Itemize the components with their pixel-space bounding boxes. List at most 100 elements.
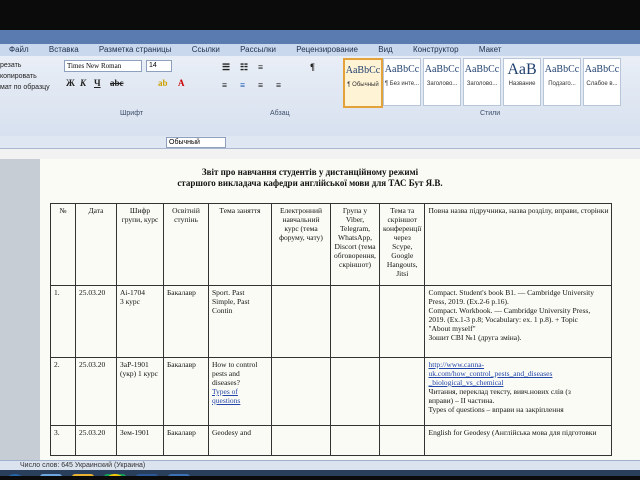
style-sample: AaBbCc (464, 64, 500, 75)
format-painter-button[interactable]: мат по образцу (0, 82, 50, 93)
tab-layout[interactable]: Макет (470, 44, 511, 56)
cut-button[interactable]: резать (0, 60, 50, 71)
textbook-link[interactable]: _biological_vs_chemical (428, 378, 608, 387)
topic-line: Types of (212, 387, 238, 396)
title-bar (0, 30, 640, 44)
start-icon[interactable] (4, 474, 26, 476)
cell-topic: Sport. Past Simple, Past Contin (208, 285, 272, 358)
style-normal[interactable]: AaBbCc ¶ Обычный (343, 58, 383, 108)
cell-skype (378, 357, 426, 426)
style-name: ¶ Без инте... (384, 81, 420, 87)
style-name: Заголово... (466, 81, 498, 87)
textbook-line: Зошит СВІ №1 (друга зміна). (428, 333, 522, 342)
style-sample: AaBbCc (345, 65, 381, 76)
cell-level: Бакалавр (163, 285, 209, 358)
quick-style-select[interactable]: Обычный (166, 137, 226, 148)
document-page[interactable]: Звіт про навчання студентів у дистанційн… (40, 159, 640, 460)
strikethrough-button[interactable]: abc (110, 78, 124, 88)
copy-button[interactable]: копировать (0, 71, 50, 82)
tab-insert[interactable]: Вставка (40, 44, 88, 56)
tab-design[interactable]: Конструктор (404, 44, 468, 56)
tab-review[interactable]: Рецензирование (287, 44, 367, 56)
report-heading: Звіт про навчання студентів у дистанційн… (40, 167, 580, 189)
explorer-icon[interactable] (40, 474, 62, 476)
report-title-line-2: старшого викладача кафедри англійської м… (177, 178, 443, 188)
cell-group: Зем-1901 (116, 425, 164, 456)
textbook-line: Types of questions – вправи на закріплен… (428, 405, 564, 414)
topic-line: pests and (212, 369, 240, 378)
report-table: № Дата Шифр групи, курс Освітній ступінь… (50, 203, 613, 456)
header-num: № (50, 203, 76, 286)
font-size-select[interactable]: 14 (146, 60, 172, 72)
underline-button[interactable]: Ч (94, 78, 101, 88)
paragraph-group-label: Абзац (270, 110, 290, 117)
table-header-row: № Дата Шифр групи, курс Освітній ступінь… (50, 203, 613, 286)
font-group-label: Шрифт (120, 110, 144, 117)
align-right-icon[interactable]: ≡ (258, 80, 263, 90)
taskbar (0, 470, 640, 476)
textbook-link[interactable]: uk.com/how_control_pests_and_diseases (428, 369, 608, 378)
multilevel-list-icon[interactable]: ≡ (258, 62, 263, 72)
cell-textbook: English for Geodesy (Англійська мова для… (424, 425, 613, 456)
word-document-icon[interactable] (168, 474, 190, 476)
tab-file[interactable]: Файл (0, 44, 38, 56)
quick-access-toolbar: Обычный (0, 136, 640, 149)
style-heading-2[interactable]: AaBbCc Заголово... (463, 58, 501, 106)
topic-line: How to control (212, 360, 258, 369)
cell-date: 25.03.20 (75, 285, 117, 358)
chrome-icon[interactable] (104, 474, 126, 476)
textbook-link[interactable]: http://www.canna- (428, 360, 608, 369)
cell-viber (330, 357, 380, 426)
header-group: Шифр групи, курс (116, 203, 164, 286)
styles-gallery: AaBbCc ¶ Обычный AaBbCc ¶ Без инте... Aa… (343, 58, 640, 108)
cell-textbook: Compact. Student's book B1. — Cambridge … (424, 285, 613, 358)
font-color-button[interactable]: A (178, 78, 185, 88)
pilcrow-icon[interactable]: ¶ (310, 62, 315, 72)
highlight-button[interactable]: ab (158, 78, 168, 88)
textbook-line: Compact. Workbook. — Cambridge Universit… (428, 306, 591, 315)
header-level: Освітній ступінь (163, 203, 209, 286)
tab-view[interactable]: Вид (369, 44, 401, 56)
header-textbook: Повна назва підручника, назва розділу, в… (424, 203, 613, 286)
topic-line: questions (212, 396, 241, 405)
word-window: Файл Вставка Разметка страницы Ссылки Ра… (0, 30, 640, 476)
header-skype: Тема та скріншот конференції через Scype… (378, 203, 426, 286)
cell-level: Бакалавр (163, 357, 209, 426)
textbook-line: Compact. Student's book B1. — Cambridge … (428, 288, 594, 297)
word-icon[interactable] (136, 474, 158, 476)
table-row: 3. 25.03.20 Зем-1901 Бакалавр Geodesy an… (50, 425, 613, 456)
style-no-spacing[interactable]: AaBbCc ¶ Без инте... (383, 58, 421, 106)
style-subtle-emphasis[interactable]: AaBbCc Слабое в... (583, 58, 621, 106)
table-row: 2. 25.03.20 ЗаР-1901 (укр) 1 курс Бакала… (50, 357, 613, 426)
tab-references[interactable]: Ссылки (183, 44, 229, 56)
folder-icon[interactable] (72, 474, 94, 476)
style-name: Название (508, 81, 536, 87)
clipboard-group: резать копировать мат по образцу (0, 60, 50, 93)
bold-button[interactable]: Ж (66, 78, 75, 88)
font-family-select[interactable]: Times New Roman (64, 60, 142, 72)
cell-date: 25.03.20 (75, 425, 117, 456)
cell-group: ЗаР-1901 (укр) 1 курс (116, 357, 164, 426)
topic-line: Sport. Past (212, 288, 245, 297)
justify-icon[interactable]: ≡ (276, 80, 281, 90)
cell-num: 2. (50, 357, 76, 426)
table-row: 1. 25.03.20 Аі-1704 3 курс Бакалавр Spor… (50, 285, 613, 358)
align-center-icon[interactable]: ≡ (240, 80, 245, 90)
cell-group: Аі-1704 3 курс (116, 285, 164, 358)
tab-page-layout[interactable]: Разметка страницы (90, 44, 181, 56)
bullets-icon[interactable]: ☰ (222, 62, 230, 73)
style-subtitle[interactable]: AaBbCc Подзаго... (543, 58, 581, 106)
style-name: Подзаго... (548, 81, 576, 87)
italic-button[interactable]: К (80, 78, 86, 88)
header-topic: Тема заняття (208, 203, 272, 286)
header-course: Електронний навчальний курс (тема форуму… (271, 203, 331, 286)
style-heading-1[interactable]: AaBbCc Заголово... (423, 58, 461, 106)
textbook-line: "About myself" (428, 324, 476, 333)
cell-num: 1. (50, 285, 76, 358)
style-sample: AaBbCc (384, 64, 420, 75)
tab-mailings[interactable]: Рассылки (231, 44, 285, 56)
numbering-icon[interactable]: ☷ (240, 62, 248, 73)
align-left-icon[interactable]: ≡ (222, 80, 227, 90)
textbook-line: Press, 2019. (Ex.2-6 p.16). (428, 297, 509, 306)
style-title[interactable]: AaB Название (503, 58, 541, 106)
